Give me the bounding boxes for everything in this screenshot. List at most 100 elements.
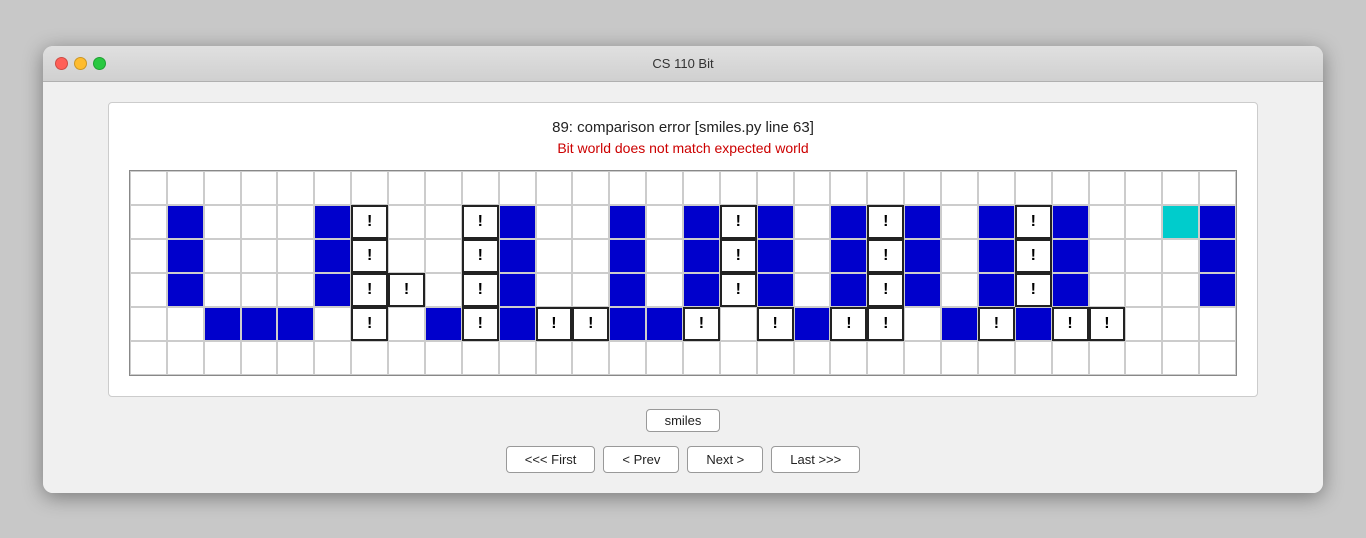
table-row bbox=[388, 239, 425, 273]
table-row bbox=[757, 273, 794, 307]
table-row bbox=[830, 171, 867, 205]
table-row bbox=[314, 307, 351, 341]
bit-grid: !!!!!!!!!!!!!!!!!!!!!!!!!!! bbox=[130, 171, 1236, 375]
table-row bbox=[794, 273, 831, 307]
table-row bbox=[314, 171, 351, 205]
table-row bbox=[204, 341, 241, 375]
table-row bbox=[941, 307, 978, 341]
table-row bbox=[351, 341, 388, 375]
table-row bbox=[425, 239, 462, 273]
table-row bbox=[609, 273, 646, 307]
table-row bbox=[646, 341, 683, 375]
table-row bbox=[794, 239, 831, 273]
table-row: ! bbox=[351, 239, 388, 273]
table-row bbox=[794, 205, 831, 239]
table-row bbox=[683, 273, 720, 307]
table-row bbox=[277, 171, 314, 205]
table-row bbox=[241, 171, 278, 205]
table-row bbox=[1125, 341, 1162, 375]
table-row bbox=[941, 239, 978, 273]
maximize-button[interactable] bbox=[93, 57, 106, 70]
table-row bbox=[536, 341, 573, 375]
table-row bbox=[499, 239, 536, 273]
close-button[interactable] bbox=[55, 57, 68, 70]
table-row bbox=[277, 205, 314, 239]
inner-panel: 89: comparison error [smiles.py line 63]… bbox=[108, 102, 1258, 397]
minimize-button[interactable] bbox=[74, 57, 87, 70]
table-row bbox=[794, 171, 831, 205]
table-row bbox=[425, 171, 462, 205]
table-row bbox=[130, 273, 167, 307]
table-row bbox=[646, 307, 683, 341]
first-button[interactable]: <<< First bbox=[506, 446, 596, 473]
table-row bbox=[757, 239, 794, 273]
table-row bbox=[1162, 273, 1199, 307]
table-row bbox=[609, 205, 646, 239]
table-row bbox=[1052, 171, 1089, 205]
table-row bbox=[351, 171, 388, 205]
main-content: 89: comparison error [smiles.py line 63]… bbox=[43, 82, 1323, 493]
table-row bbox=[314, 341, 351, 375]
table-row: ! bbox=[572, 307, 609, 341]
table-row bbox=[499, 341, 536, 375]
table-row bbox=[1125, 307, 1162, 341]
table-row: ! bbox=[757, 307, 794, 341]
error-title: 89: comparison error [smiles.py line 63] bbox=[129, 119, 1237, 136]
table-row bbox=[1162, 171, 1199, 205]
table-row bbox=[794, 341, 831, 375]
table-row bbox=[720, 341, 757, 375]
table-row: ! bbox=[536, 307, 573, 341]
last-button[interactable]: Last >>> bbox=[771, 446, 860, 473]
table-row bbox=[941, 273, 978, 307]
table-row bbox=[757, 205, 794, 239]
table-row: ! bbox=[351, 307, 388, 341]
table-row bbox=[794, 307, 831, 341]
table-row bbox=[978, 273, 1015, 307]
error-subtitle: Bit world does not match expected world bbox=[129, 140, 1237, 156]
table-row bbox=[978, 239, 1015, 273]
table-row bbox=[941, 171, 978, 205]
table-row bbox=[425, 307, 462, 341]
window-title: CS 110 Bit bbox=[652, 56, 713, 71]
table-row bbox=[1125, 273, 1162, 307]
table-row: ! bbox=[1015, 239, 1052, 273]
table-row bbox=[1199, 341, 1236, 375]
table-row bbox=[720, 171, 757, 205]
table-row bbox=[609, 239, 646, 273]
table-row: ! bbox=[1089, 307, 1126, 341]
table-row bbox=[1089, 341, 1126, 375]
table-row bbox=[1199, 205, 1236, 239]
table-row bbox=[830, 341, 867, 375]
table-row bbox=[646, 273, 683, 307]
table-row bbox=[314, 205, 351, 239]
table-row bbox=[1199, 273, 1236, 307]
prev-button[interactable]: < Prev bbox=[603, 446, 679, 473]
table-row bbox=[683, 171, 720, 205]
table-row bbox=[130, 171, 167, 205]
table-row: ! bbox=[830, 307, 867, 341]
table-row: ! bbox=[867, 239, 904, 273]
table-row: ! bbox=[462, 273, 499, 307]
table-row: ! bbox=[1015, 205, 1052, 239]
table-row bbox=[130, 239, 167, 273]
table-row bbox=[1199, 307, 1236, 341]
test-label: smiles bbox=[646, 409, 721, 432]
table-row bbox=[572, 273, 609, 307]
table-row bbox=[867, 171, 904, 205]
table-row bbox=[830, 239, 867, 273]
table-row bbox=[757, 171, 794, 205]
table-row bbox=[388, 171, 425, 205]
label-row: smiles bbox=[646, 409, 721, 432]
table-row: ! bbox=[720, 273, 757, 307]
table-row bbox=[978, 171, 1015, 205]
table-row bbox=[609, 341, 646, 375]
table-row: ! bbox=[388, 273, 425, 307]
table-row bbox=[830, 273, 867, 307]
table-row bbox=[720, 307, 757, 341]
table-row bbox=[1015, 171, 1052, 205]
next-button[interactable]: Next > bbox=[687, 446, 763, 473]
table-row bbox=[462, 341, 499, 375]
table-row: ! bbox=[867, 307, 904, 341]
table-row bbox=[757, 341, 794, 375]
table-row: ! bbox=[1052, 307, 1089, 341]
